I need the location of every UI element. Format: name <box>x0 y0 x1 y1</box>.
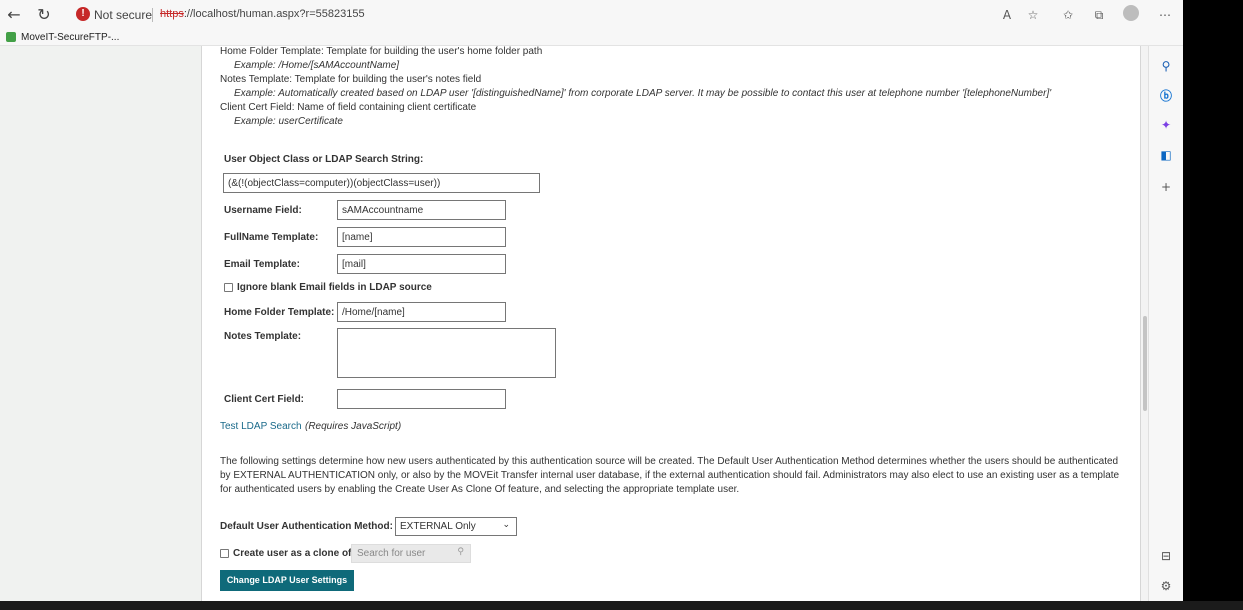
screen-edge <box>1183 0 1243 610</box>
auth-method-select[interactable]: EXTERNAL Only ⌄ <box>395 517 517 536</box>
search-icon: ⚲ <box>457 547 464 557</box>
auth-method-label: Default User Authentication Method: <box>220 521 393 532</box>
chevron-down-icon: ⌄ <box>502 520 510 530</box>
settings-gear-icon[interactable]: ⚙ <box>1158 578 1174 594</box>
back-arrow-icon[interactable]: ← <box>4 5 24 25</box>
test-ldap-note: (Requires JavaScript) <box>305 421 402 432</box>
clone-user-search[interactable]: Search for user ⚲ <box>351 544 471 563</box>
notes-example: Example: Automatically created based on … <box>234 88 1052 99</box>
warning-icon[interactable]: ! <box>76 7 90 21</box>
notes-textarea[interactable] <box>337 328 556 378</box>
cert-input[interactable] <box>337 389 506 409</box>
auth-method-value: EXTERNAL Only <box>400 521 476 532</box>
bookmark-moveit[interactable]: MoveIT-SecureFTP-... <box>21 32 119 43</box>
copilot-icon[interactable]: ✦ <box>1158 117 1174 133</box>
notes-label: Notes Template: <box>224 331 302 342</box>
page-scrollbar[interactable] <box>1141 46 1148 601</box>
settings-description: The following settings determine how new… <box>220 456 1120 495</box>
object-class-label: User Object Class or LDAP Search String: <box>224 154 424 165</box>
bing-icon[interactable]: ⓑ <box>1158 88 1174 104</box>
test-ldap-link[interactable]: Test LDAP Search <box>220 421 302 432</box>
change-ldap-settings-button[interactable]: Change LDAP User Settings <box>220 570 354 591</box>
not-secure-label[interactable]: Not secure <box>94 8 152 22</box>
cert-example: Example: userCertificate <box>234 116 343 127</box>
content-panel <box>201 46 1141 601</box>
profile-avatar-icon[interactable] <box>1123 5 1139 21</box>
home-folder-help: Home Folder Template: Template for build… <box>220 46 543 57</box>
clone-user-search-placeholder: Search for user <box>357 548 426 559</box>
outlook-icon[interactable]: ◧ <box>1158 147 1174 163</box>
clone-user-checkbox[interactable] <box>220 549 229 558</box>
os-taskbar <box>0 601 1243 610</box>
url-scheme: https <box>160 8 184 20</box>
more-menu-icon[interactable]: ⋯ <box>1156 6 1174 24</box>
add-sidebar-icon[interactable]: + <box>1158 179 1174 195</box>
bookmark-favicon-icon[interactable] <box>6 32 16 42</box>
search-icon[interactable]: ⚲ <box>1158 58 1174 74</box>
cert-label: Client Cert Field: <box>224 394 305 405</box>
home-folder-example: Example: /Home/[sAMAccountName] <box>234 60 400 71</box>
collections-icon[interactable]: ⧉ <box>1090 6 1108 24</box>
hide-sidebar-icon[interactable]: ⊟ <box>1158 548 1174 564</box>
object-class-input[interactable]: (&(!(objectClass=computer))(objectClass=… <box>223 173 540 193</box>
ignore-blank-checkbox[interactable] <box>224 283 233 292</box>
cert-help: Client Cert Field: Name of field contain… <box>220 102 477 113</box>
notes-help: Notes Template: Template for building th… <box>220 74 482 85</box>
browser-toolbar: ← ↻ ! Not secure https://localhost/human… <box>0 0 1183 30</box>
bookmarks-bar <box>0 30 1183 46</box>
home-folder-label: Home Folder Template: <box>224 307 335 318</box>
username-label: Username Field: <box>224 205 302 216</box>
address-separator <box>152 8 153 22</box>
ignore-blank-label[interactable]: Ignore blank Email fields in LDAP source <box>237 282 432 293</box>
favorites-icon[interactable]: ✩ <box>1059 6 1077 24</box>
email-label: Email Template: <box>224 259 300 270</box>
fullname-label: FullName Template: <box>224 232 319 243</box>
refresh-icon[interactable]: ↻ <box>34 5 54 25</box>
username-input[interactable]: sAMAccountname <box>337 200 506 220</box>
url-rest: ://localhost/human.aspx?r=55823155 <box>183 8 365 20</box>
address-bar[interactable]: https://localhost/human.aspx?r=55823155 <box>160 8 365 20</box>
clone-user-label[interactable]: Create user as a clone of <box>233 548 351 559</box>
home-folder-input[interactable]: /Home/[name] <box>337 302 506 322</box>
fullname-input[interactable]: [name] <box>337 227 506 247</box>
favorite-add-icon[interactable]: ☆ <box>1024 6 1042 24</box>
read-aloud-icon[interactable]: A <box>998 6 1016 24</box>
scrollbar-thumb[interactable] <box>1143 316 1147 411</box>
email-input[interactable]: [mail] <box>337 254 506 274</box>
